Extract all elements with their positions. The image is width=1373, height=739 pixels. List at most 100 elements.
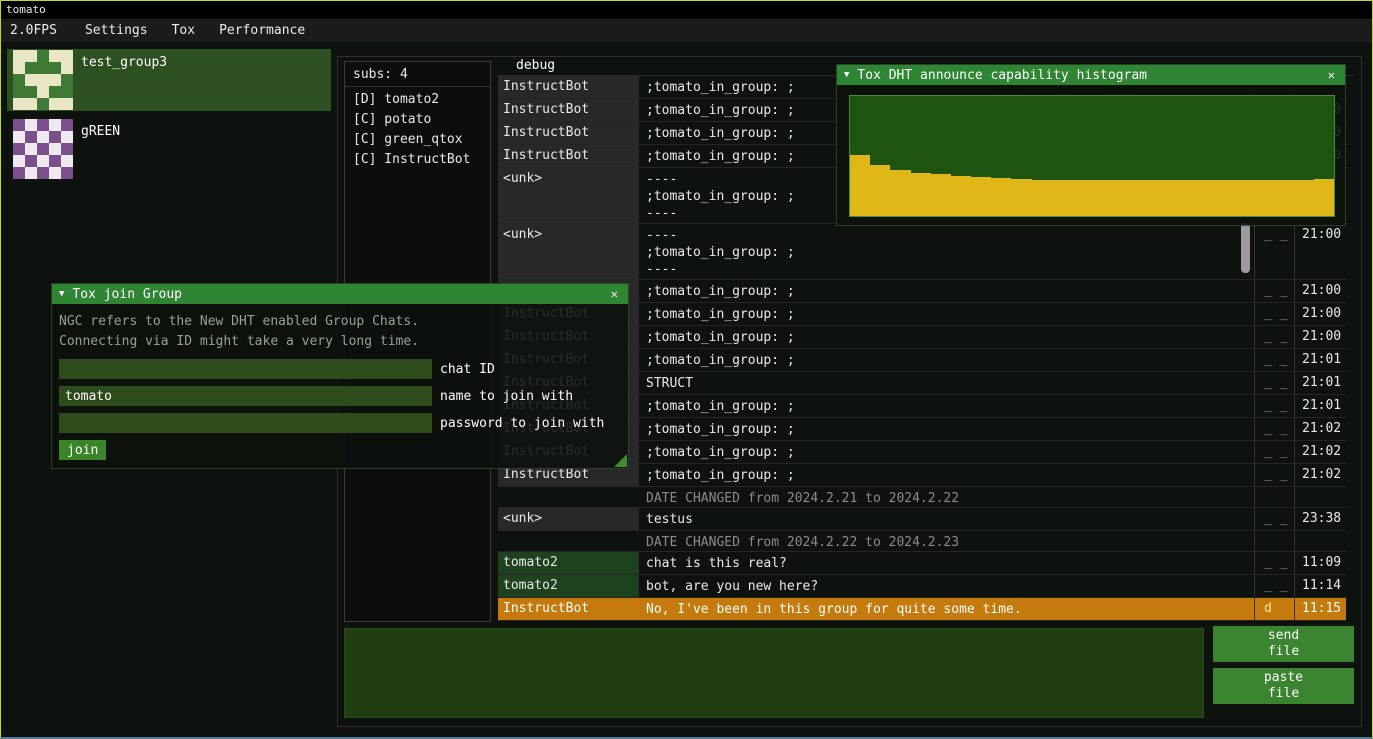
histogram-bar	[1314, 179, 1334, 216]
message-sender: <unk>	[498, 168, 639, 223]
histogram-bar	[1153, 180, 1173, 216]
message-text: ---- ;tomato_in_group: ; ----	[639, 224, 1254, 279]
message-status-flags: d	[1254, 598, 1294, 620]
message-time: 21:01	[1294, 349, 1346, 371]
message-text: ;tomato_in_group: ;	[639, 280, 1254, 302]
message-sender: InstructBot	[498, 99, 639, 121]
dht-histogram-title: Tox DHT announce capability histogram	[857, 68, 1324, 83]
message-sender: InstructBot	[498, 598, 639, 620]
message-status-flags	[1254, 531, 1294, 551]
histogram-bar	[1052, 180, 1072, 216]
message-row[interactable]: <unk>---- ;tomato_in_group: ; ----_ _21:…	[498, 224, 1347, 280]
message-text: No, I've been in this group for quite so…	[639, 598, 1254, 620]
close-icon[interactable]: ✕	[1325, 68, 1338, 82]
collapse-arrow-icon[interactable]: ▼	[844, 70, 849, 80]
member-item[interactable]: [C] green_qtox	[345, 130, 490, 150]
tab-debug[interactable]: debug	[498, 56, 569, 73]
join-window-title: Tox join Group	[72, 287, 607, 302]
message-row[interactable]: InstructBotNo, I've been in this group f…	[498, 598, 1347, 621]
message-time: 21:00	[1294, 326, 1346, 348]
join-password-input[interactable]	[59, 413, 432, 433]
paste-file-button[interactable]: paste file	[1213, 668, 1354, 704]
message-time: 21:02	[1294, 441, 1346, 463]
messages-scrollbar-thumb[interactable]	[1241, 223, 1250, 273]
message-text: ;tomato_in_group: ;	[639, 326, 1254, 348]
sidebar-group-gREEN[interactable]: gREEN	[7, 118, 331, 180]
join-name-label: name to join with	[440, 389, 573, 404]
message-status-flags: _ _	[1254, 395, 1294, 417]
message-text: STRUCT	[639, 372, 1254, 394]
message-sender: tomato2	[498, 552, 639, 574]
dht-histogram-window: ▼ Tox DHT announce capability histogram …	[836, 64, 1346, 226]
histogram-bar	[1132, 180, 1152, 216]
group-name: test_group3	[81, 55, 167, 70]
join-button[interactable]: join	[59, 440, 106, 460]
histogram-bar	[850, 155, 870, 216]
histogram-bar	[971, 177, 991, 216]
menu-tox[interactable]: Tox	[160, 23, 207, 38]
group-avatar	[13, 119, 73, 179]
close-icon[interactable]: ✕	[608, 287, 621, 301]
collapse-arrow-icon[interactable]: ▼	[59, 289, 64, 299]
chat-id-input[interactable]	[59, 359, 432, 379]
menu-settings[interactable]: Settings	[73, 23, 160, 38]
sidebar-group-test_group3[interactable]: test_group3	[7, 49, 331, 111]
message-text: ;tomato_in_group: ;	[639, 303, 1254, 325]
message-time: 21:01	[1294, 395, 1346, 417]
histogram-bar	[1011, 179, 1031, 216]
date-divider-row[interactable]: DATE CHANGED from 2024.2.21 to 2024.2.22	[498, 487, 1347, 508]
message-text: ;tomato_in_group: ;	[639, 349, 1254, 371]
message-status-flags	[1254, 487, 1294, 507]
message-status-flags: _ _	[1254, 418, 1294, 440]
member-item[interactable]: [D] tomato2	[345, 90, 490, 110]
histogram-bar	[870, 165, 890, 216]
message-time	[1294, 531, 1346, 551]
message-text: ;tomato_in_group: ;	[639, 395, 1254, 417]
message-row[interactable]: tomato2bot, are you new here?_ _11:14	[498, 575, 1347, 598]
histogram-bar	[1213, 180, 1233, 216]
join-help-line1: NGC refers to the New DHT enabled Group …	[59, 312, 621, 332]
menu-performance[interactable]: Performance	[207, 23, 317, 38]
message-status-flags: _ _	[1254, 575, 1294, 597]
message-status-flags: _ _	[1254, 280, 1294, 302]
message-text: DATE CHANGED from 2024.2.21 to 2024.2.22	[639, 487, 1254, 507]
message-sender: <unk>	[498, 224, 639, 279]
message-text: ;tomato_in_group: ;	[639, 441, 1254, 463]
dht-histogram-titlebar: ▼ Tox DHT announce capability histogram …	[837, 65, 1345, 85]
members-list: [D] tomato2[C] potato[C] green_qtox[C] I…	[345, 87, 490, 170]
message-time: 11:14	[1294, 575, 1346, 597]
send-file-button[interactable]: send file	[1213, 626, 1354, 662]
date-divider-row[interactable]: DATE CHANGED from 2024.2.22 to 2024.2.23	[498, 531, 1347, 552]
members-panel-title: subs: 4	[345, 62, 490, 87]
join-name-input[interactable]	[59, 386, 432, 406]
histogram-bar	[1092, 180, 1112, 216]
message-sender: InstructBot	[498, 122, 639, 144]
message-status-flags: _ _	[1254, 224, 1294, 279]
resize-grip[interactable]	[614, 454, 627, 467]
message-input[interactable]	[344, 628, 1204, 718]
message-time: 11:15	[1294, 598, 1346, 620]
histogram-bar	[1193, 180, 1213, 216]
message-time: 23:38	[1294, 508, 1346, 530]
message-status-flags: _ _	[1254, 508, 1294, 530]
histogram-bar	[911, 173, 931, 216]
message-time	[1294, 487, 1346, 507]
message-status-flags: _ _	[1254, 441, 1294, 463]
message-text: ;tomato_in_group: ;	[639, 464, 1254, 486]
message-sender: InstructBot	[498, 145, 639, 167]
message-row[interactable]: <unk>testus_ _23:38	[498, 508, 1347, 531]
histogram-bar	[951, 176, 971, 216]
message-status-flags: _ _	[1254, 372, 1294, 394]
member-item[interactable]: [C] InstructBot	[345, 150, 490, 170]
message-text: DATE CHANGED from 2024.2.22 to 2024.2.23	[639, 531, 1254, 551]
dht-histogram-plot	[849, 95, 1335, 217]
message-time: 11:09	[1294, 552, 1346, 574]
message-sender: <unk>	[498, 508, 639, 530]
message-sender	[498, 531, 639, 551]
group-avatar	[13, 50, 73, 110]
histogram-bar	[1274, 180, 1294, 216]
message-status-flags: _ _	[1254, 349, 1294, 371]
histogram-bar	[1112, 180, 1132, 216]
message-row[interactable]: tomato2chat is this real?_ _11:09	[498, 552, 1347, 575]
member-item[interactable]: [C] potato	[345, 110, 490, 130]
